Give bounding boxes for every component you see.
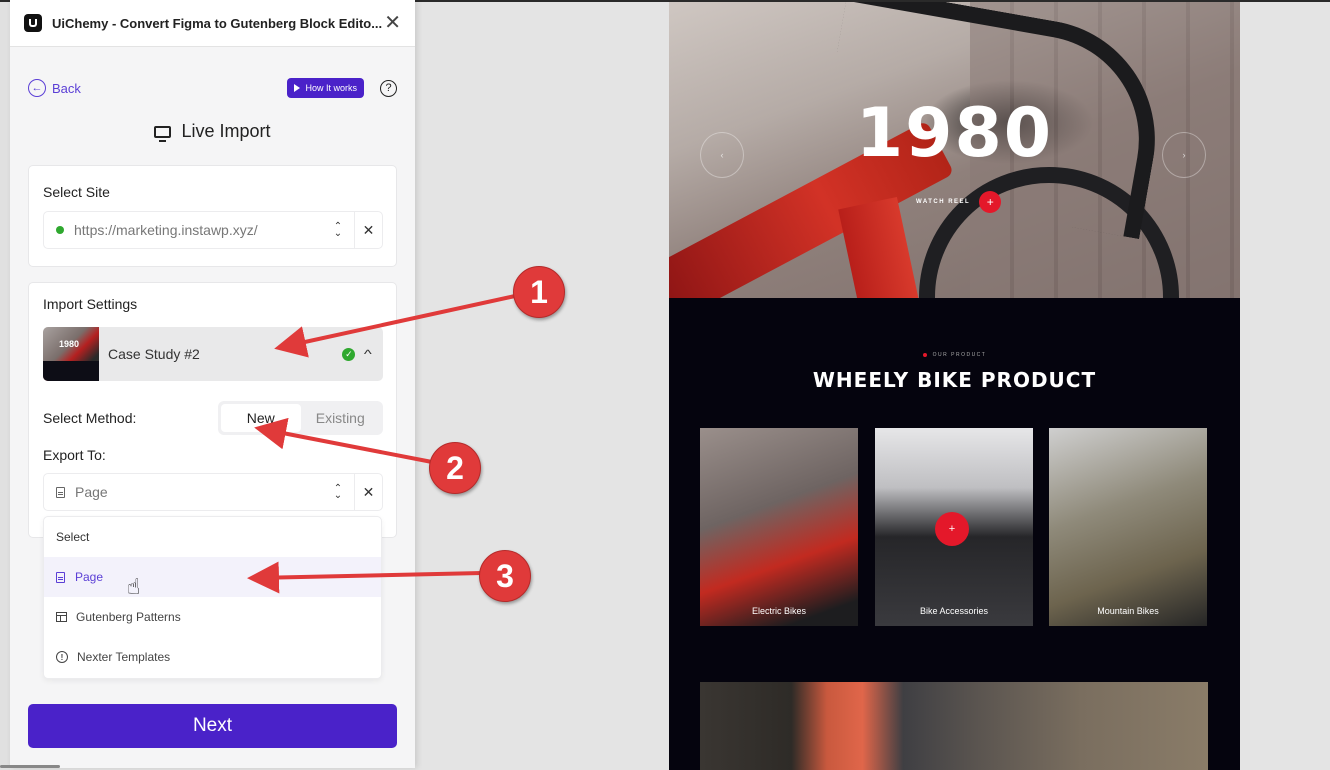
dropdown-item-label: Select: [56, 530, 90, 544]
watch-reel[interactable]: WATCH REEL +: [916, 191, 1002, 213]
product-card-mountain-bikes[interactable]: Mountain Bikes: [1049, 428, 1207, 626]
back-button[interactable]: ← Back: [28, 79, 81, 97]
dropdown-item-page[interactable]: Page: [44, 557, 381, 597]
scrollbar[interactable]: [0, 765, 60, 768]
right-gutter: [1240, 2, 1330, 770]
info-icon: !: [56, 651, 68, 663]
design-thumbnail: 1980: [43, 327, 99, 381]
hand-cursor-icon: ☝: [127, 574, 141, 599]
dropdown-item-nexter-templates[interactable]: ! Nexter Templates: [44, 637, 381, 677]
product-label: Electric Bikes: [751, 606, 806, 616]
section-eyebrow: OUR PRODUCT: [669, 352, 1240, 358]
page-icon: [56, 571, 65, 583]
how-it-works-button[interactable]: How It works: [287, 78, 364, 98]
export-to-value: Page: [75, 484, 108, 500]
select-site-card: Select Site https://marketing.instawp.xy…: [28, 165, 397, 267]
dropdown-item-label: Nexter Templates: [77, 650, 171, 664]
method-toggle: New Existing: [218, 401, 383, 435]
panel-header: UiChemy - Convert Figma to Gutenberg Blo…: [10, 0, 415, 47]
design-accordion[interactable]: 1980 Case Study #2 ✓ ^: [43, 327, 383, 381]
monitor-icon: [154, 125, 172, 142]
patterns-icon: [56, 612, 67, 622]
site-select-value: https://marketing.instawp.xyz/: [74, 222, 258, 238]
uichemy-logo-icon: [24, 14, 42, 32]
export-to-select[interactable]: Page ⌃ ⌄ ✕: [43, 473, 383, 511]
site-select[interactable]: https://marketing.instawp.xyz/ ⌃ ⌄ ✕: [43, 211, 383, 249]
export-to-label: Export To:: [43, 447, 106, 463]
chevron-right-icon: ›: [1182, 150, 1186, 160]
watch-reel-label: WATCH REEL: [916, 199, 971, 205]
chevron-left-icon: ‹: [720, 150, 724, 160]
chevron-updown-icon[interactable]: ⌃ ⌄: [322, 484, 354, 501]
annotation-badge-2: 2: [429, 442, 481, 494]
product-label: Bike Accessories: [919, 606, 989, 616]
dropdown-item-select[interactable]: Select: [44, 517, 381, 557]
back-label: Back: [52, 80, 81, 96]
chevron-up-icon[interactable]: ^: [364, 347, 372, 361]
plus-icon[interactable]: +: [935, 512, 969, 546]
select-site-label: Select Site: [43, 184, 110, 200]
import-settings-label: Import Settings: [43, 296, 138, 312]
left-gutter: [0, 0, 10, 770]
play-icon: [294, 84, 301, 92]
panel-title: UiChemy - Convert Figma to Gutenberg Blo…: [52, 15, 383, 31]
section-title: WHEELY BIKE PRODUCT: [812, 368, 1097, 392]
page-title: Live Import: [181, 121, 271, 141]
clear-site-button[interactable]: ✕: [354, 212, 382, 248]
dropdown-item-label: Page: [75, 570, 104, 584]
hero-fork-image: [838, 196, 920, 298]
close-icon[interactable]: ✕: [384, 13, 401, 33]
next-button[interactable]: Next: [28, 704, 397, 748]
annotation-badge-3: 3: [479, 550, 531, 602]
import-settings-card: Import Settings 1980 Case Study #2 ✓ ^ S…: [28, 282, 397, 538]
hero-year: 1980: [855, 94, 1054, 173]
export-to-dropdown: Select Page Gutenberg Patterns ! Nexter T…: [43, 516, 382, 679]
method-new-button[interactable]: New: [221, 404, 301, 432]
website-preview: 1980 ‹ › WATCH REEL + OUR PRODUCT WHEELY…: [669, 2, 1240, 770]
method-row: Select Method: New Existing: [43, 399, 383, 437]
arrow-left-icon: ←: [28, 79, 46, 97]
dot-icon: [922, 352, 927, 357]
select-method-label: Select Method:: [43, 410, 137, 426]
product-card-electric-bikes[interactable]: Electric Bikes: [700, 428, 858, 626]
featured-image: [700, 682, 1208, 770]
question-icon[interactable]: ?: [380, 79, 397, 97]
hero-section: 1980 ‹ › WATCH REEL +: [669, 2, 1240, 298]
eyebrow-text: OUR PRODUCT: [932, 352, 987, 358]
method-existing-button[interactable]: Existing: [301, 404, 381, 432]
how-it-works-label: How It works: [305, 83, 357, 93]
design-name: Case Study #2: [108, 346, 200, 362]
dropdown-item-label: Gutenberg Patterns: [76, 610, 181, 624]
page-title-row: Live Import: [10, 121, 415, 142]
page-icon: [56, 486, 65, 498]
nav-row: ← Back How It works ?: [28, 76, 397, 100]
product-label: Mountain Bikes: [1097, 606, 1159, 616]
dropdown-item-gutenberg-patterns[interactable]: Gutenberg Patterns: [44, 597, 381, 637]
annotation-badge-1: 1: [513, 266, 565, 318]
plus-icon[interactable]: +: [979, 191, 1002, 213]
product-card-bike-accessories[interactable]: + Bike Accessories: [875, 428, 1033, 626]
slider-next-button[interactable]: ›: [1162, 132, 1206, 178]
thumbnail-text: 1980: [59, 339, 80, 349]
clear-export-button[interactable]: ✕: [354, 474, 382, 510]
slider-prev-button[interactable]: ‹: [700, 132, 744, 178]
status-dot-icon: [56, 226, 64, 234]
check-icon: ✓: [342, 347, 356, 361]
chevron-updown-icon[interactable]: ⌃ ⌄: [322, 222, 354, 239]
